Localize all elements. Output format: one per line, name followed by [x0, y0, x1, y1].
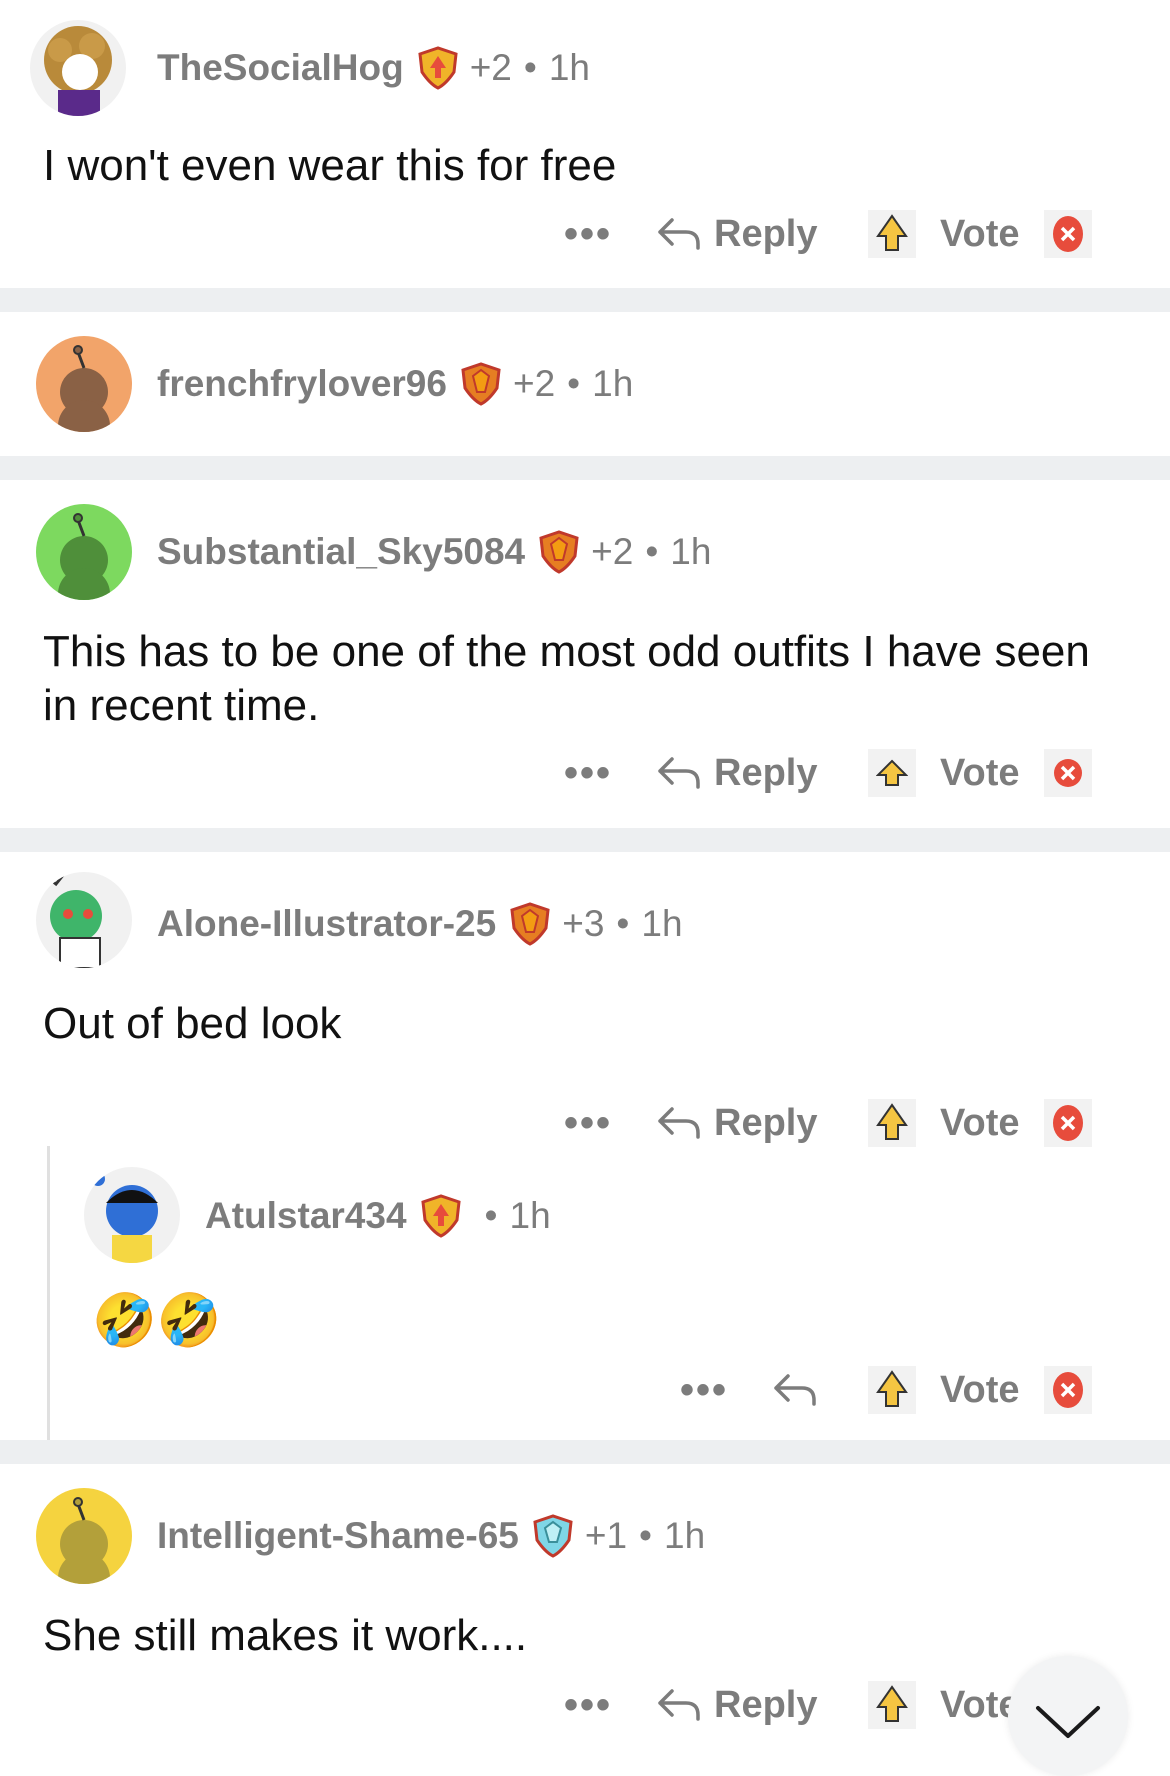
vote-label: Vote — [940, 1101, 1020, 1144]
vote-arrow-icon — [868, 749, 916, 797]
separator-dot: • — [523, 47, 537, 88]
reply-button[interactable]: Reply — [656, 1675, 817, 1735]
timestamp: 1h — [664, 1515, 706, 1556]
chevron-down-icon — [1036, 1706, 1100, 1738]
downvote-x-icon — [1044, 1366, 1092, 1414]
downvote-button[interactable] — [1044, 1360, 1092, 1420]
reply-label: Reply — [714, 751, 818, 794]
vote-arrow-icon — [868, 210, 916, 258]
reply-button[interactable]: Reply — [656, 1093, 817, 1153]
username[interactable]: Alone-Illustrator-25 — [157, 903, 496, 945]
timestamp: 1h — [592, 363, 634, 404]
comment-text: Out of bed look — [43, 999, 342, 1048]
separator-dot: • — [616, 903, 630, 944]
downvote-x-icon — [1044, 210, 1092, 258]
action-bar: ••• Vote — [0, 1360, 1170, 1420]
timestamp: 1h — [670, 531, 712, 572]
upvote-button[interactable]: Vote — [868, 743, 1020, 803]
username[interactable]: Atulstar434 — [205, 1195, 407, 1237]
reply-label: Reply — [714, 1683, 818, 1726]
username[interactable]: Substantial_Sky5084 — [157, 531, 525, 573]
timestamp: 1h — [641, 903, 683, 944]
more-options-icon[interactable]: ••• — [564, 1675, 612, 1735]
separator-dot: • — [567, 363, 581, 404]
upvote-button[interactable]: Vote — [868, 1360, 1020, 1420]
reply-arrow-icon — [658, 1107, 700, 1139]
action-bar: ••• Reply Vote — [0, 204, 1170, 264]
upvote-button[interactable]: Vote — [868, 1093, 1020, 1153]
avatar[interactable] — [36, 872, 132, 968]
reply-arrow-icon — [658, 757, 700, 789]
shield-flair-icon — [416, 46, 460, 90]
downvote-x-icon — [1044, 1099, 1092, 1147]
reply-label: Reply — [714, 212, 818, 255]
timestamp: 1h — [509, 1195, 551, 1236]
more-options-icon[interactable]: ••• — [680, 1360, 728, 1420]
avatar[interactable] — [30, 20, 126, 116]
karma-score: +2 — [591, 531, 634, 572]
action-bar: ••• Reply Vote — [0, 743, 1170, 803]
separator-dot: • — [639, 1515, 653, 1556]
separator-dot: • — [645, 531, 659, 572]
comment-thesocialhog: TheSocialHog +2 • 1h I won't even wear t… — [0, 0, 1170, 288]
comment-separator — [0, 456, 1170, 480]
action-bar: ••• Reply Vote — [0, 1675, 1170, 1735]
downvote-button[interactable] — [1044, 743, 1092, 803]
reply-button[interactable]: Reply — [656, 204, 817, 264]
karma-score: +3 — [562, 903, 605, 944]
more-options-icon[interactable]: ••• — [564, 743, 612, 803]
comment-separator — [0, 1440, 1170, 1464]
downvote-x-icon — [1044, 749, 1092, 797]
shield-flair-icon — [531, 1514, 575, 1558]
downvote-button[interactable] — [1044, 204, 1092, 264]
comment-substantial-sky5084: Substantial_Sky5084 +2 • 1h This has to … — [0, 480, 1170, 828]
comment-text: I won't even wear this for free — [43, 141, 617, 190]
username[interactable]: frenchfrylover96 — [157, 363, 447, 405]
reply-label: Reply — [714, 1101, 818, 1144]
username[interactable]: TheSocialHog — [157, 47, 404, 89]
reply-button[interactable] — [772, 1360, 818, 1420]
vote-arrow-icon — [868, 1681, 916, 1729]
action-bar: ••• Reply Vote — [0, 1093, 1170, 1153]
comment-text: This has to be one of the most odd outfi… — [43, 627, 1090, 730]
separator-dot: • — [484, 1195, 498, 1236]
comment-separator — [0, 288, 1170, 312]
karma-score: +2 — [469, 47, 512, 88]
reply-arrow-icon — [658, 1689, 700, 1721]
shield-flair-icon — [508, 902, 552, 946]
reply-button[interactable]: Reply — [656, 743, 817, 803]
shield-flair-icon — [537, 530, 581, 574]
more-options-icon[interactable]: ••• — [564, 204, 612, 264]
avatar[interactable] — [84, 1167, 180, 1263]
more-options-icon[interactable]: ••• — [564, 1093, 612, 1153]
vote-label: Vote — [940, 1368, 1020, 1411]
scroll-down-button[interactable] — [1008, 1656, 1128, 1776]
shield-flair-icon — [459, 362, 503, 406]
comment-text: She still makes it work.... — [43, 1611, 528, 1660]
avatar[interactable] — [36, 336, 132, 432]
downvote-button[interactable] — [1044, 1093, 1092, 1153]
comment-text: 🤣🤣 — [92, 1292, 222, 1350]
username[interactable]: Intelligent-Shame-65 — [157, 1515, 519, 1557]
avatar[interactable] — [36, 504, 132, 600]
karma-score: +1 — [584, 1515, 628, 1556]
timestamp: 1h — [548, 47, 591, 88]
comment-frenchfrylover96: frenchfrylover96 +2 • 1h — [0, 312, 1170, 456]
upvote-button[interactable]: Vote — [868, 204, 1020, 264]
vote-label: Vote — [940, 212, 1020, 255]
karma-score: +2 — [512, 363, 556, 404]
comment-alone-illustrator-25: Alone-Illustrator-25 +3 • 1h Out of bed … — [0, 852, 1170, 1440]
avatar[interactable] — [36, 1488, 132, 1584]
vote-arrow-icon — [868, 1366, 916, 1414]
reply-arrow-icon — [658, 218, 700, 250]
shield-flair-icon — [419, 1194, 463, 1238]
upvote-button[interactable]: Vote — [868, 1675, 1020, 1735]
reply-arrow-icon — [774, 1374, 816, 1406]
comment-intelligent-shame-65: Intelligent-Shame-65 +1 • 1h She still m… — [0, 1464, 1170, 1759]
vote-arrow-icon — [868, 1099, 916, 1147]
vote-label: Vote — [940, 751, 1020, 794]
comment-separator — [0, 828, 1170, 852]
